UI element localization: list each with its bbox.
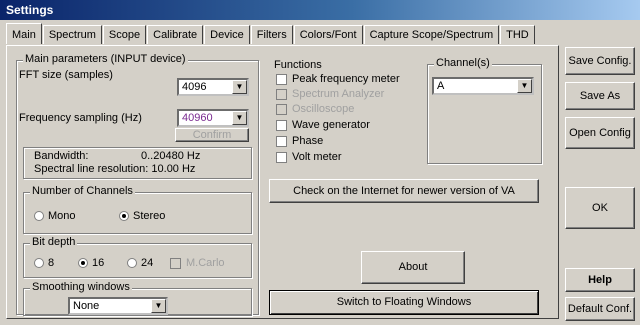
save-as-button[interactable]: Save As: [565, 82, 635, 110]
bit-depth-label: Bit depth: [30, 236, 78, 248]
tab-strip: Main Spectrum Scope Calibrate Device Fil…: [6, 23, 536, 45]
mcarlo-label: M.Carlo: [186, 257, 225, 269]
tab-scope[interactable]: Scope: [102, 25, 147, 44]
channel-select[interactable]: A ▼: [432, 77, 534, 95]
fft-size-label: FFT size (samples): [19, 69, 113, 81]
bit-depth-group: Bit depth 8 16 24 M.Carlo: [23, 236, 252, 278]
oscilloscope-checkbox[interactable]: Oscilloscope: [276, 103, 354, 115]
confirm-button[interactable]: Confirm: [175, 128, 249, 142]
radio-selected-icon: [119, 211, 129, 221]
channel-value: A: [437, 80, 445, 92]
checkbox-icon: [170, 257, 181, 269]
tab-capture[interactable]: Capture Scope/Spectrum: [363, 25, 500, 44]
check-update-button[interactable]: Check on the Internet for newer version …: [269, 179, 539, 203]
bit-8-radio[interactable]: 8: [34, 257, 54, 269]
bit-16-label: 16: [92, 257, 105, 269]
checkbox-icon: [276, 103, 287, 115]
help-button[interactable]: Help: [565, 268, 635, 292]
checkbox-icon: [276, 135, 287, 147]
smoothing-windows-value: None: [73, 300, 100, 312]
bit-24-label: 24: [141, 257, 154, 269]
function-label: Phase: [292, 135, 324, 147]
mcarlo-checkbox[interactable]: M.Carlo: [170, 257, 225, 269]
fft-size-value: 4096: [182, 81, 207, 93]
radio-icon: [34, 211, 44, 221]
smoothing-windows-label: Smoothing windows: [30, 281, 132, 293]
frequency-sampling-select[interactable]: 40960 ▼: [177, 109, 249, 127]
tab-device[interactable]: Device: [204, 25, 250, 44]
title-bar: Settings: [0, 0, 640, 20]
functions-label: Functions: [274, 59, 322, 71]
tab-spectrum[interactable]: Spectrum: [42, 25, 102, 44]
bandwidth-group: Bandwidth: 0..20480 Hz Spectral line res…: [23, 147, 252, 179]
channels-label: Channel(s): [434, 57, 492, 69]
volt-meter-checkbox[interactable]: Volt meter: [276, 151, 342, 163]
function-label: Spectrum Analyzer: [292, 88, 385, 100]
window-title: Settings: [6, 3, 54, 17]
main-parameters-label: Main parameters (INPUT device): [23, 53, 188, 65]
radio-icon: [34, 258, 44, 268]
smoothing-windows-group: Smoothing windows None ▼: [23, 281, 252, 316]
mono-radio[interactable]: Mono: [34, 210, 76, 222]
function-label: Volt meter: [292, 151, 342, 163]
bandwidth-label: Bandwidth:: [34, 150, 89, 162]
wave-generator-checkbox[interactable]: Wave generator: [276, 119, 370, 131]
function-label: Oscilloscope: [292, 103, 355, 115]
radio-icon: [127, 258, 137, 268]
main-parameters-group: Main parameters (INPUT device) FFT size …: [16, 53, 259, 316]
bit-16-radio[interactable]: 16: [78, 257, 104, 269]
function-label: Wave generator: [292, 119, 370, 131]
function-label: Peak frequency meter: [292, 73, 400, 85]
about-button[interactable]: About: [361, 251, 465, 284]
bit-8-label: 8: [48, 257, 55, 269]
channels-group: Channel(s) A ▼: [427, 57, 542, 164]
main-tab-panel: Main parameters (INPUT device) FFT size …: [6, 45, 559, 319]
checkbox-icon: [276, 151, 287, 163]
number-of-channels-label: Number of Channels: [30, 185, 135, 197]
bandwidth-value: 0..20480 Hz: [141, 150, 201, 162]
tab-filters[interactable]: Filters: [250, 25, 293, 44]
chevron-down-icon[interactable]: ▼: [517, 79, 532, 93]
stereo-label: Stereo: [133, 210, 166, 222]
fft-size-select[interactable]: 4096 ▼: [177, 78, 249, 96]
checkbox-icon: [276, 88, 287, 100]
chevron-down-icon[interactable]: ▼: [151, 299, 166, 313]
chevron-down-icon[interactable]: ▼: [232, 111, 247, 125]
peak-frequency-meter-checkbox[interactable]: Peak frequency meter: [276, 73, 400, 85]
stereo-radio[interactable]: Stereo: [119, 210, 165, 222]
ok-button[interactable]: OK: [565, 187, 635, 229]
tab-calibrate[interactable]: Calibrate: [147, 25, 204, 44]
checkbox-icon: [276, 119, 287, 131]
spectrum-analyzer-checkbox[interactable]: Spectrum Analyzer: [276, 88, 384, 100]
default-conf-button[interactable]: Default Conf.: [565, 297, 635, 321]
frequency-sampling-value: 40960: [182, 112, 213, 124]
open-config-button[interactable]: Open Config: [565, 117, 635, 149]
spectral-resolution-text: Spectral line resolution: 10.00 Hz: [34, 163, 196, 175]
tab-thd[interactable]: THD: [500, 25, 535, 44]
phase-checkbox[interactable]: Phase: [276, 135, 323, 147]
frequency-sampling-label: Frequency sampling (Hz): [19, 112, 142, 124]
tab-main[interactable]: Main: [6, 23, 42, 44]
bit-24-radio[interactable]: 24: [127, 257, 153, 269]
chevron-down-icon[interactable]: ▼: [232, 80, 247, 94]
save-config-button[interactable]: Save Config.: [565, 47, 635, 75]
mono-label: Mono: [48, 210, 76, 222]
settings-window: Settings Main Spectrum Scope Calibrate D…: [0, 0, 640, 325]
switch-floating-windows-button[interactable]: Switch to Floating Windows: [269, 290, 539, 315]
tab-colors-font[interactable]: Colors/Font: [293, 25, 363, 44]
checkbox-icon: [276, 73, 287, 85]
number-of-channels-group: Number of Channels Mono Stereo: [23, 185, 252, 234]
radio-selected-icon: [78, 258, 88, 268]
smoothing-windows-select[interactable]: None ▼: [68, 297, 168, 315]
